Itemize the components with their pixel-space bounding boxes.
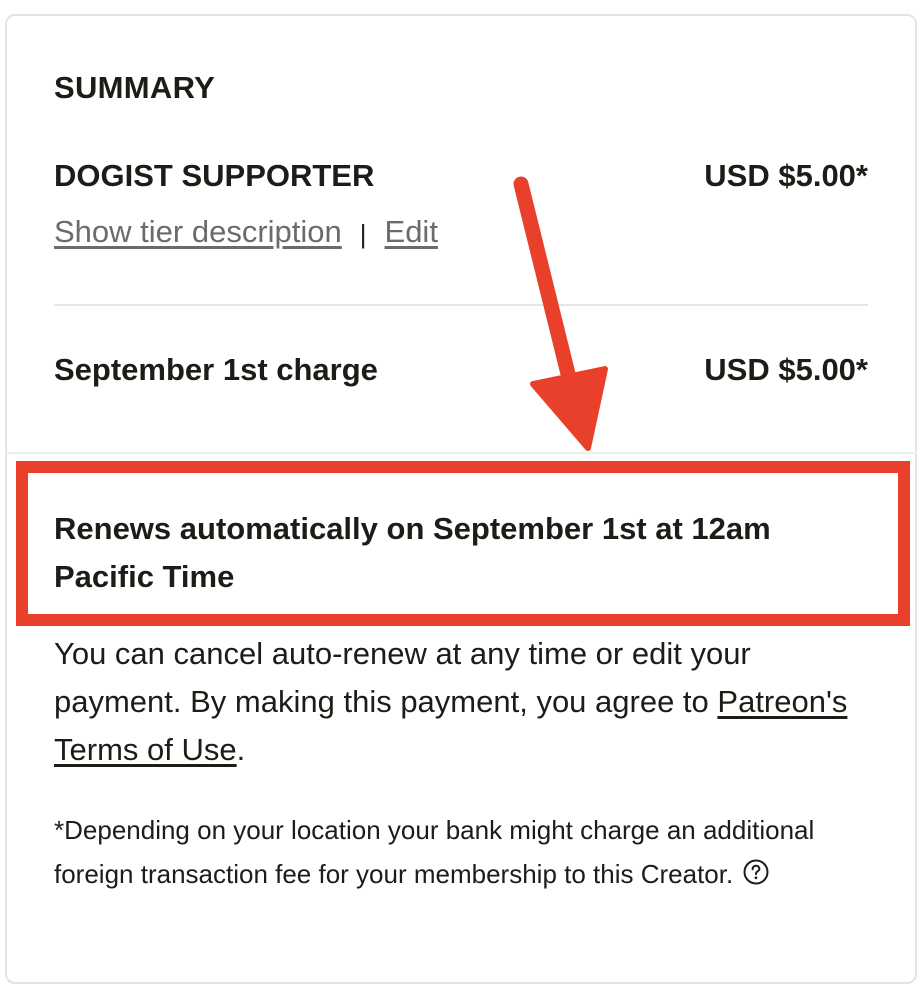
help-circle-icon[interactable] <box>743 854 769 885</box>
tier-name: DOGIST SUPPORTER <box>54 158 375 193</box>
tier-price: USD $5.00* <box>704 158 868 193</box>
foreign-fee-footnote: *Depending on your location your bank mi… <box>54 808 854 896</box>
summary-title: SUMMARY <box>54 70 216 105</box>
show-tier-description-link[interactable]: Show tier description <box>54 214 342 250</box>
tier-links: Show tier description | Edit <box>54 213 438 250</box>
footnote-text: *Depending on your location your bank mi… <box>54 815 815 889</box>
charge-price: USD $5.00* <box>704 352 868 387</box>
edit-tier-link[interactable]: Edit <box>385 214 438 250</box>
cancel-notice-end: . <box>236 732 246 767</box>
cancel-notice-text: You can cancel auto-renew at any time or… <box>54 636 751 719</box>
link-separator: | <box>359 219 367 249</box>
divider <box>54 304 868 306</box>
cancel-notice: You can cancel auto-renew at any time or… <box>54 630 854 774</box>
section-divider <box>5 452 917 454</box>
renewal-notice: Renews automatically on September 1st at… <box>54 511 771 594</box>
charge-label: September 1st charge <box>54 352 378 387</box>
